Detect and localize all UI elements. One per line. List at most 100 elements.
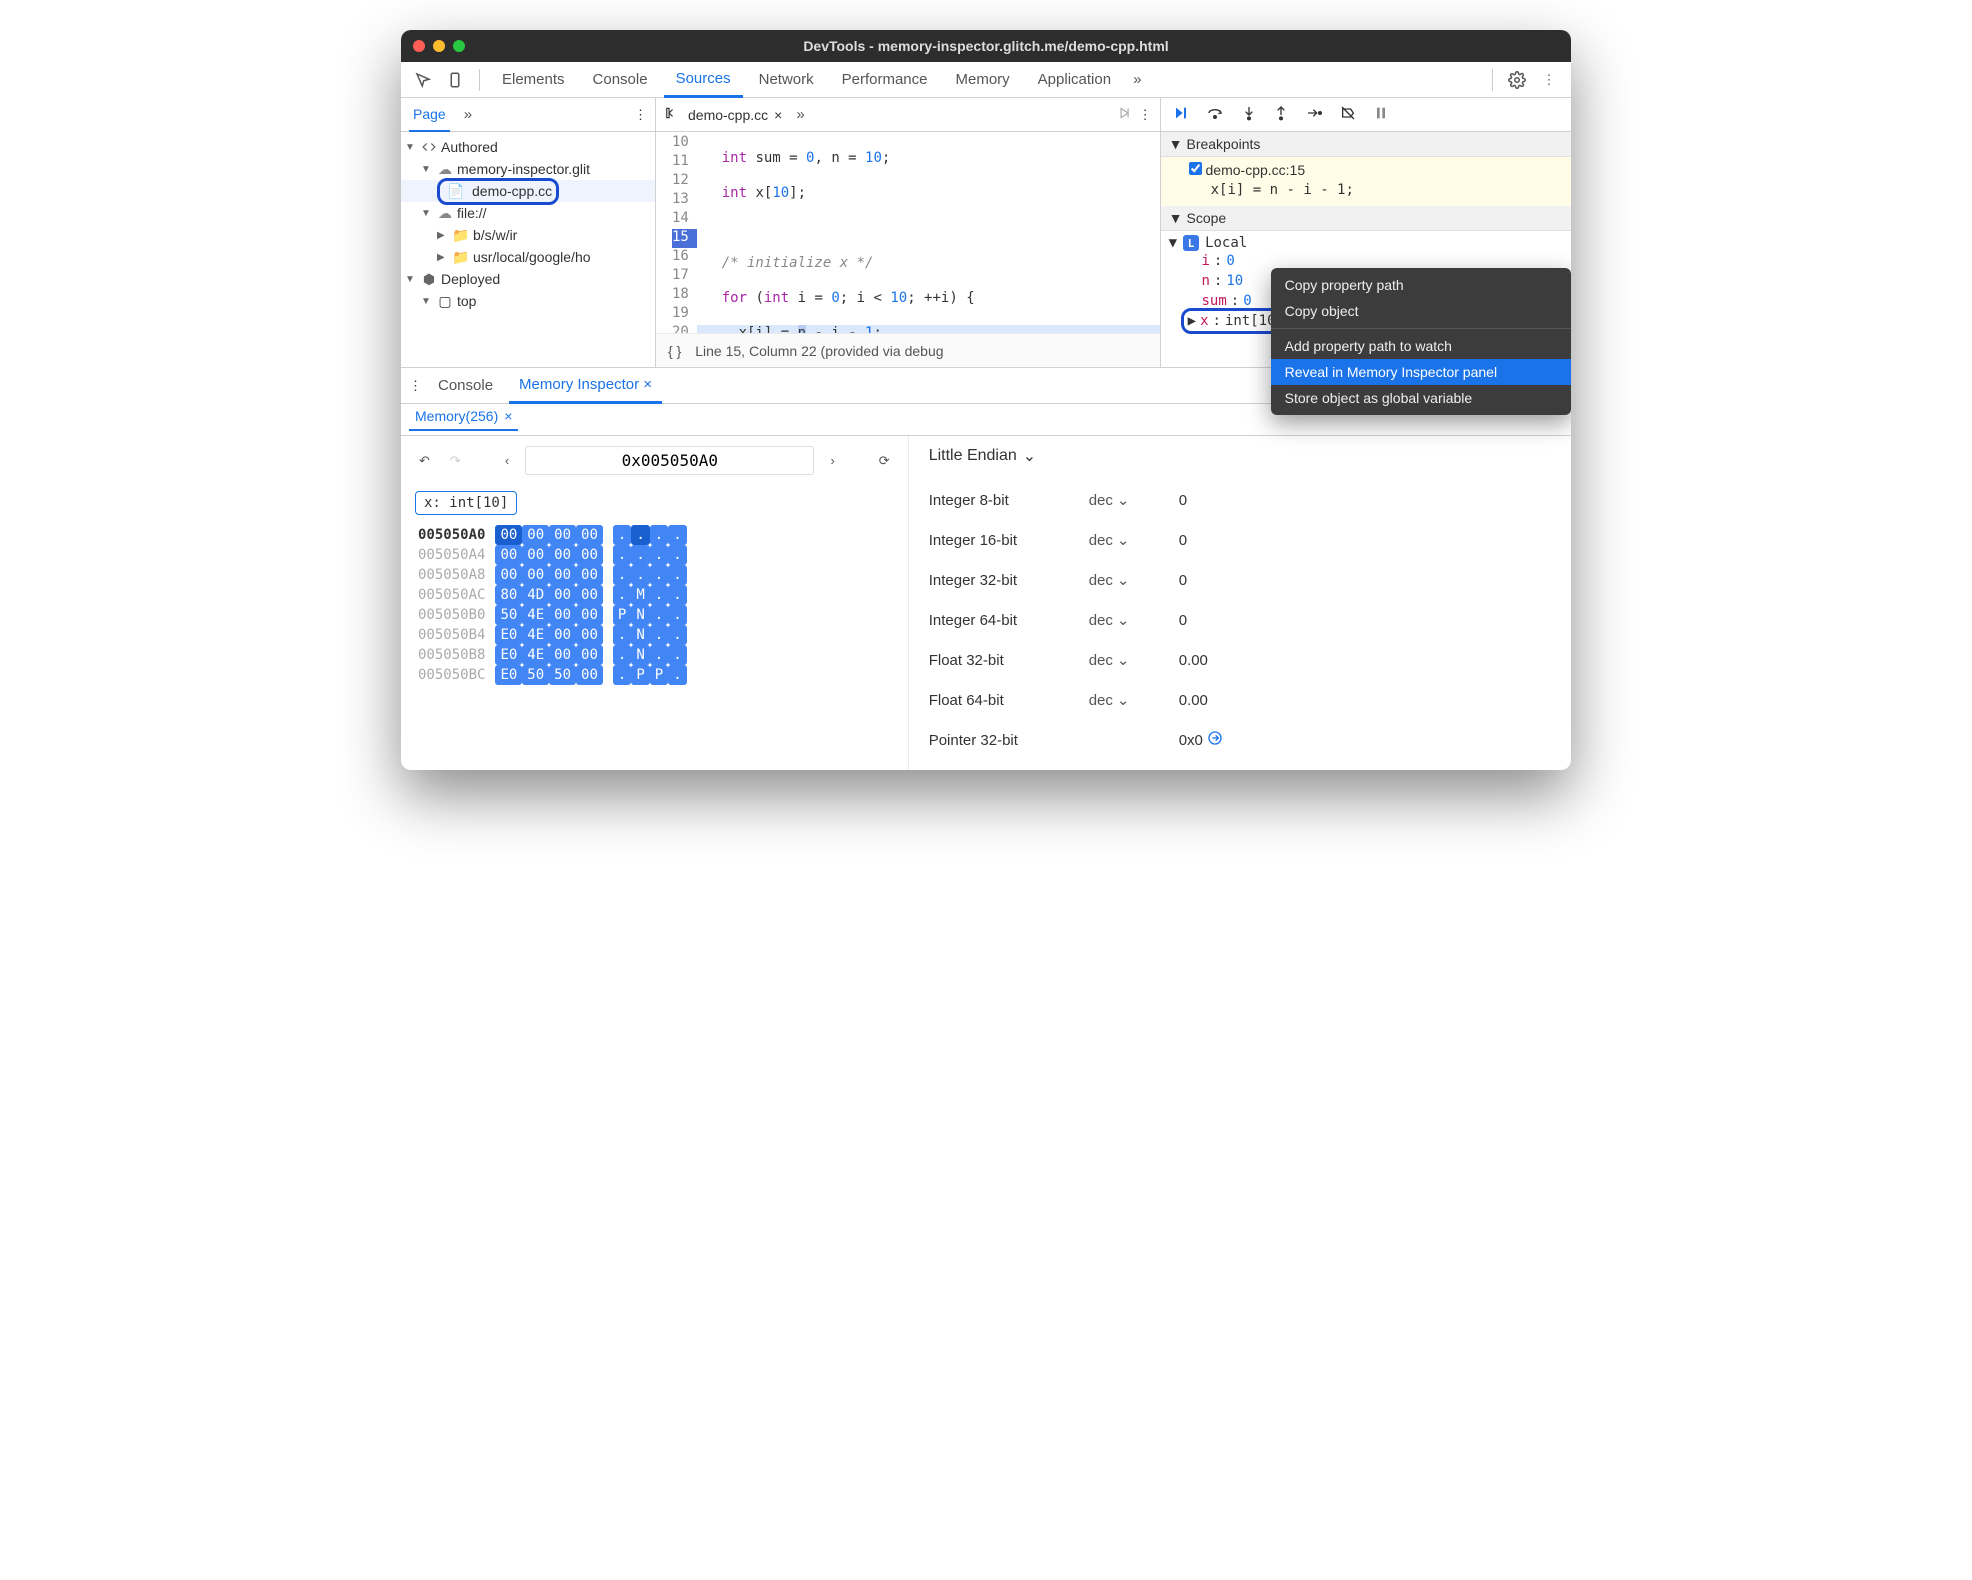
editor-tab[interactable]: demo-cpp.cc×	[688, 107, 782, 123]
hex-row[interactable]: 005050AC804D0000.M..	[415, 585, 687, 605]
ascii-byte[interactable]: .	[650, 585, 668, 605]
nav-back-icon[interactable]	[664, 106, 680, 123]
format-selector[interactable]: dec⌄	[1089, 571, 1179, 589]
next-page-icon[interactable]: ›	[826, 449, 838, 472]
hex-byte[interactable]: 50	[549, 665, 576, 685]
tree-host[interactable]: ▼☁memory-inspector.glit	[401, 158, 655, 180]
address-input[interactable]	[525, 446, 814, 475]
ascii-byte[interactable]: .	[613, 525, 631, 545]
more-tabs-icon[interactable]: »	[790, 106, 810, 123]
hex-byte[interactable]: 4E	[522, 645, 549, 665]
format-selector[interactable]: dec⌄	[1089, 531, 1179, 549]
kebab-icon[interactable]: ⋮	[409, 378, 422, 394]
memory-subtab[interactable]: Memory(256)×	[409, 408, 518, 431]
hex-row[interactable]: 005050BCE0505000.PP.	[415, 665, 687, 685]
ascii-byte[interactable]: .	[668, 645, 686, 665]
format-selector[interactable]: dec⌄	[1089, 691, 1179, 709]
ascii-byte[interactable]: .	[650, 525, 668, 545]
hex-row[interactable]: 005050A400000000....	[415, 545, 687, 565]
ascii-byte[interactable]: .	[668, 525, 686, 545]
hex-byte[interactable]: 80	[495, 585, 522, 605]
tab-console[interactable]: Console	[581, 62, 660, 98]
hex-byte[interactable]: 00	[522, 565, 549, 585]
ascii-byte[interactable]: .	[668, 665, 686, 685]
ascii-byte[interactable]: .	[613, 585, 631, 605]
prev-page-icon[interactable]: ‹	[501, 449, 513, 472]
ctx-reveal-memory[interactable]: Reveal in Memory Inspector panel	[1271, 359, 1571, 385]
scope-local[interactable]: ▼LLocal	[1169, 235, 1563, 251]
hex-byte[interactable]: 00	[549, 525, 576, 545]
hex-byte[interactable]: 00	[549, 605, 576, 625]
ascii-byte[interactable]: .	[650, 625, 668, 645]
object-chip[interactable]: x: int[10]	[415, 491, 517, 515]
hex-byte[interactable]: 4E	[522, 625, 549, 645]
ascii-byte[interactable]: .	[613, 565, 631, 585]
hex-byte[interactable]: E0	[495, 665, 522, 685]
device-icon[interactable]	[441, 66, 469, 94]
ascii-byte[interactable]: .	[650, 545, 668, 565]
step-out-icon[interactable]	[1273, 105, 1289, 124]
tree-group-deployed[interactable]: ▼⬢Deployed	[401, 268, 655, 290]
hex-byte[interactable]: E0	[495, 645, 522, 665]
hex-byte[interactable]: 00	[549, 545, 576, 565]
hex-byte[interactable]: 00	[549, 565, 576, 585]
hex-byte[interactable]: 00	[576, 625, 603, 645]
tree-folder[interactable]: ▶📁b/s/w/ir	[401, 224, 655, 246]
tab-network[interactable]: Network	[747, 62, 826, 98]
braces-icon[interactable]: { }	[668, 343, 681, 359]
ascii-byte[interactable]: .	[668, 625, 686, 645]
scope-head[interactable]: ▼Scope	[1161, 206, 1571, 231]
hex-byte[interactable]: 00	[576, 645, 603, 665]
drawer-tab-memory-inspector[interactable]: Memory Inspector ×	[509, 368, 662, 404]
tab-performance[interactable]: Performance	[830, 62, 940, 98]
breakpoint-checkbox[interactable]	[1189, 162, 1202, 175]
ascii-byte[interactable]: .	[650, 565, 668, 585]
close-icon[interactable]: ×	[504, 408, 512, 424]
tab-memory[interactable]: Memory	[944, 62, 1022, 98]
kebab-icon[interactable]: ⋮	[634, 107, 647, 123]
hex-row[interactable]: 005050A800000000....	[415, 565, 687, 585]
undo-icon[interactable]: ↶	[415, 449, 434, 473]
ascii-byte[interactable]: .	[668, 605, 686, 625]
inspect-icon[interactable]	[409, 66, 437, 94]
close-icon[interactable]: ×	[643, 376, 652, 393]
hex-byte[interactable]: 00	[576, 585, 603, 605]
breakpoint-item[interactable]: demo-cpp.cc:15 x[i] = n - i - 1;	[1161, 157, 1571, 206]
tree-file-selected[interactable]: 📄demo-cpp.cc	[401, 180, 655, 202]
redo-icon[interactable]: ↷	[446, 449, 465, 473]
ascii-byte[interactable]: N	[631, 645, 649, 665]
refresh-icon[interactable]: ⟳	[875, 449, 894, 473]
tab-elements[interactable]: Elements	[490, 62, 577, 98]
ascii-byte[interactable]: N	[631, 605, 649, 625]
hex-row[interactable]: 005050A000000000....	[415, 525, 687, 545]
ascii-byte[interactable]: .	[631, 565, 649, 585]
hex-byte[interactable]: 00	[495, 545, 522, 565]
resume-icon[interactable]	[1171, 105, 1189, 124]
tree-filescheme[interactable]: ▼☁file://	[401, 202, 655, 224]
format-selector[interactable]: dec⌄	[1089, 651, 1179, 669]
hex-row[interactable]: 005050B4E04E0000.N..	[415, 625, 687, 645]
ctx-add-watch[interactable]: Add property path to watch	[1271, 333, 1571, 359]
hex-byte[interactable]: 00	[549, 645, 576, 665]
ascii-byte[interactable]: P	[650, 665, 668, 685]
code-area[interactable]: 1011121314151617181920 int sum = 0, n = …	[656, 132, 1160, 333]
step-over-icon[interactable]	[1205, 105, 1225, 124]
hex-byte[interactable]: 50	[495, 605, 522, 625]
tree-group-authored[interactable]: ▼Authored	[401, 136, 655, 158]
ascii-byte[interactable]: .	[631, 525, 649, 545]
ascii-byte[interactable]: P	[613, 605, 631, 625]
hex-byte[interactable]: 00	[549, 585, 576, 605]
more-tabs-icon[interactable]: »	[1127, 71, 1147, 88]
code-body[interactable]: int sum = 0, n = 10; int x[10]; /* initi…	[697, 132, 1160, 333]
tree-top[interactable]: ▼▢top	[401, 290, 655, 312]
ascii-byte[interactable]: M	[631, 585, 649, 605]
ascii-byte[interactable]: .	[650, 645, 668, 665]
tab-application[interactable]: Application	[1026, 62, 1123, 98]
deactivate-breakpoints-icon[interactable]	[1339, 105, 1357, 124]
pause-icon[interactable]	[1373, 105, 1389, 124]
ascii-byte[interactable]: .	[613, 625, 631, 645]
kebab-icon[interactable]: ⋮	[1535, 66, 1563, 94]
hex-byte[interactable]: 00	[522, 545, 549, 565]
hex-byte[interactable]: 00	[576, 545, 603, 565]
page-tab[interactable]: Page	[409, 98, 450, 132]
